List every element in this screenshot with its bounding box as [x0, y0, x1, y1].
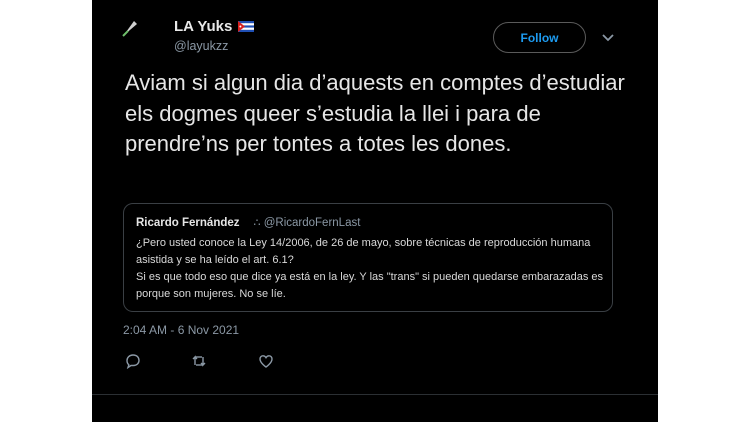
quoted-tweet-header: Ricardo Fernández ∴ @RicardoFernLast	[136, 216, 361, 230]
quoted-badge-glyph: ∴	[253, 217, 261, 229]
cuba-flag-icon	[238, 21, 255, 32]
quoted-tweet-card[interactable]: Ricardo Fernández ∴ @RicardoFernLast ¿Pe…	[123, 203, 613, 312]
quoted-handle-group: ∴ @RicardoFernLast	[254, 216, 361, 229]
like-icon[interactable]	[258, 353, 274, 369]
chevron-down-icon[interactable]	[601, 32, 615, 44]
divider	[92, 394, 658, 395]
display-name-text: LA Yuks	[174, 18, 233, 35]
display-name[interactable]: LA Yuks	[174, 18, 255, 35]
quoted-display-name: Ricardo Fernández	[136, 216, 240, 229]
tweet-timestamp[interactable]: 2:04 AM - 6 Nov 2021	[123, 323, 239, 337]
retweet-icon[interactable]	[191, 353, 207, 369]
quoted-text-line-2: Si es que todo eso que dice ya está en l…	[136, 271, 604, 300]
follow-button[interactable]: Follow	[493, 22, 586, 53]
quoted-handle: @RicardoFernLast	[263, 217, 361, 229]
user-handle[interactable]: @layukzz	[174, 39, 228, 53]
tweet-panel: LA Yuks @layukzz Follow Aviam si algun d…	[92, 0, 658, 422]
avatar[interactable]	[120, 17, 142, 39]
tweet-text: Aviam si algun dia d’aquests en comptes …	[125, 70, 625, 156]
tweet-actions	[125, 353, 325, 373]
reply-icon[interactable]	[125, 353, 141, 369]
quoted-text-line-1: ¿Pero usted conoce la Ley 14/2006, de 26…	[136, 237, 591, 266]
quoted-tweet-body: ¿Pero usted conoce la Ley 14/2006, de 26…	[136, 235, 606, 303]
